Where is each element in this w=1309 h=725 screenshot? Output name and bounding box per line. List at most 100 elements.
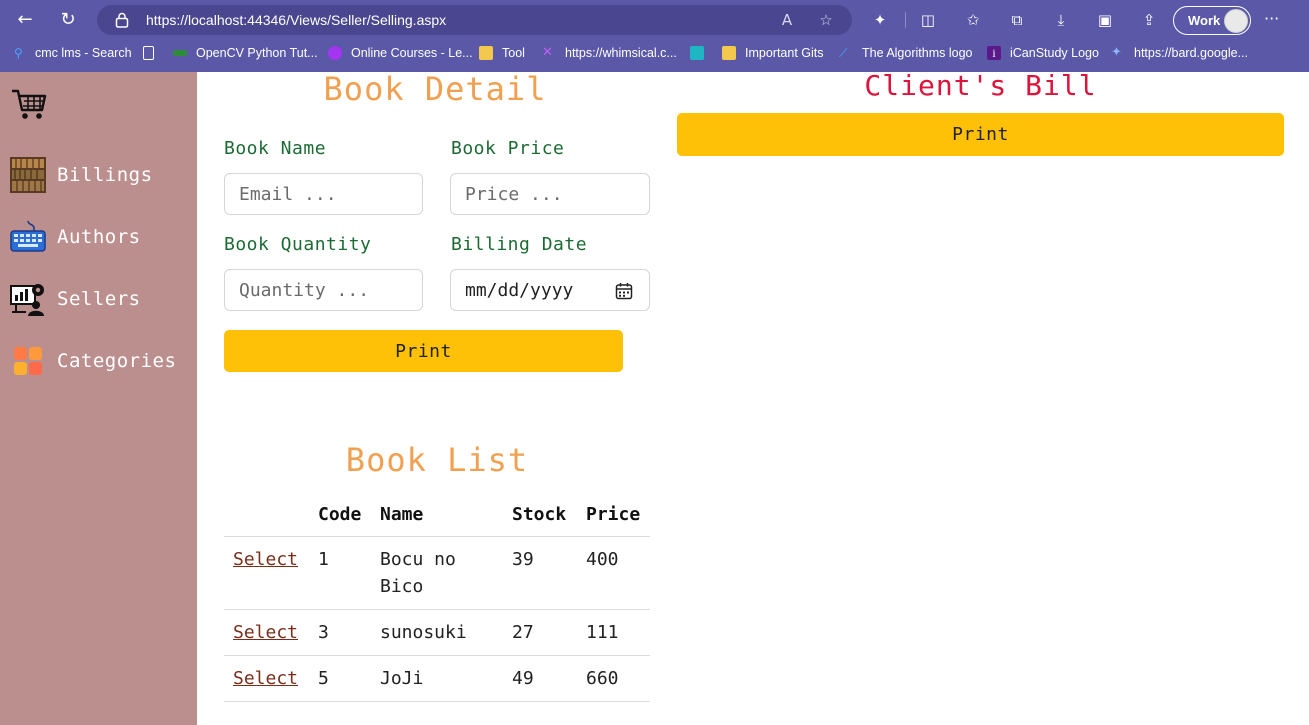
math-solver-icon[interactable]: ▣ [1094,9,1116,31]
price-cell: 400 [586,549,619,570]
opencv-icon [173,50,187,56]
bookshelf-icon [10,157,46,193]
book-name-label: Book Name [224,138,327,159]
sidebar-item-authors[interactable]: Authors [10,217,190,257]
bookmark-item[interactable]: ✦ https://bard.google... [1111,44,1248,62]
sidebar-item-billings[interactable]: Billings [10,155,190,195]
book-detail-title: Book Detail [323,70,547,108]
code-cell: 3 [318,622,329,643]
sidebar-item-label: Categories [57,350,177,372]
bookmark-label: OpenCV Python Tut... [196,46,318,60]
refresh-icon[interactable]: ↻ [56,8,80,32]
udemy-icon [328,46,342,60]
icanstudy-icon: i [987,46,1001,60]
bookmark-item[interactable]: OpenCV Python Tut... [173,44,318,62]
billing-date-input[interactable]: mm/dd/yyyy [450,269,650,311]
bookmark-item[interactable]: Tool [479,44,525,62]
name-cell: Bocu no [380,549,456,570]
keyboard-icon [10,220,46,252]
book-quantity-label: Book Quantity [224,234,372,255]
bookmark-label: https://bard.google... [1134,46,1248,60]
bookmark-item[interactable]: i iCanStudy Logo [987,44,1099,62]
sidebar-item-label: Authors [57,226,141,248]
book-price-input[interactable] [450,173,650,215]
column-header: Stock [512,504,567,525]
bookmark-item[interactable] [143,44,154,62]
split-screen-icon[interactable]: ◫ [917,9,939,31]
collections-icon[interactable]: ⧉ [1006,9,1028,31]
back-icon[interactable]: ← [13,8,37,32]
more-options-icon[interactable]: ··· [1264,9,1279,29]
code-cell: 1 [318,549,329,570]
bookmark-item[interactable]: ⟋ The Algorithms logo [839,44,972,62]
cart-icon[interactable] [10,86,48,122]
algorithms-icon: ⟋ [839,46,848,60]
table-row: Select 1 Bocu no Bico 39 400 [224,536,650,609]
grid-icon [14,347,42,375]
url-text[interactable]: https://localhost:44346/Views/Seller/Sel… [146,11,446,29]
table-divider [224,701,650,702]
code-cell: 5 [318,668,329,689]
billing-date-label: Billing Date [451,234,588,255]
folder-icon [479,46,493,60]
bookmark-label: The Algorithms logo [862,46,973,60]
select-link[interactable]: Select [233,619,298,646]
name-cell: JoJi [380,668,424,689]
bookmark-label: iCanStudy Logo [1010,46,1099,60]
sidebar-item-label: Sellers [57,288,141,310]
book-list-title: Book List [345,441,529,479]
column-header: Price [586,504,641,525]
print-bill-button[interactable]: Print [677,113,1284,156]
folder-icon [722,46,736,60]
sidebar-item-sellers[interactable]: Sellers [10,279,190,319]
profile-label: Work [1188,13,1221,28]
calendar-icon[interactable] [615,282,633,300]
book-name-input[interactable] [224,173,423,215]
bookmark-item[interactable]: Important Gits [722,44,824,62]
download-icon[interactable]: ⤓ [1050,9,1072,31]
avatar [1224,9,1248,33]
address-bar[interactable]: https://localhost:44346/Views/Seller/Sel… [97,5,852,35]
profile-button[interactable]: Work [1173,6,1251,35]
column-header: Code [318,504,362,525]
print-button[interactable]: Print [224,330,623,372]
select-link[interactable]: Select [233,665,298,692]
favorites-icon[interactable]: ✩ [962,9,984,31]
read-aloud-icon[interactable]: A [777,10,797,30]
bookmark-label: Tool [502,46,525,60]
whimsical-icon: ✕ [542,45,553,60]
stock-cell: 49 [512,668,534,689]
price-cell: 111 [586,622,619,643]
stock-cell: 27 [512,622,534,643]
lock-icon [115,12,129,28]
toolbar-divider [905,12,906,28]
name-cell: sunosuki [380,622,467,643]
share-icon[interactable]: ⇪ [1138,9,1160,31]
client-bill-title: Client's Bill [864,69,1097,102]
book-price-label: Book Price [451,138,565,159]
favorite-star-icon[interactable]: ☆ [816,10,836,30]
bookmark-item[interactable]: ⚲ cmc lms - Search [14,44,132,62]
billing-date-value: mm/dd/yyyy [465,280,574,301]
bookmarks-bar: ⚲ cmc lms - Search OpenCV Python Tut... … [0,41,1309,65]
browser-chrome: ← ↻ https://localhost:44346/Views/Seller… [0,0,1309,72]
name-cell: Bico [380,576,424,597]
bookmark-item[interactable] [690,44,704,62]
bard-icon: ✦ [1111,45,1122,60]
bookmark-item[interactable]: Online Courses - Le... [328,44,473,62]
bookmark-label: Online Courses - Le... [351,46,473,60]
bookmark-label: https://whimsical.c... [565,46,677,60]
search-icon: ⚲ [14,46,23,60]
price-cell: 660 [586,668,619,689]
bookmark-item[interactable]: ✕ https://whimsical.c... [542,44,677,62]
page-icon [143,46,154,60]
bookmark-label: Important Gits [745,46,824,60]
browser-toolbar: ← ↻ https://localhost:44346/Views/Seller… [0,0,1309,40]
select-link[interactable]: Select [233,546,298,573]
book-quantity-input[interactable] [224,269,423,311]
sidebar-item-label: Billings [57,164,153,186]
extensions-icon[interactable]: ✦ [869,9,891,31]
stock-cell: 39 [512,549,534,570]
sidebar-item-categories[interactable]: Categories [10,341,190,381]
sidebar: Billings Authors Sellers Categories [0,72,197,725]
